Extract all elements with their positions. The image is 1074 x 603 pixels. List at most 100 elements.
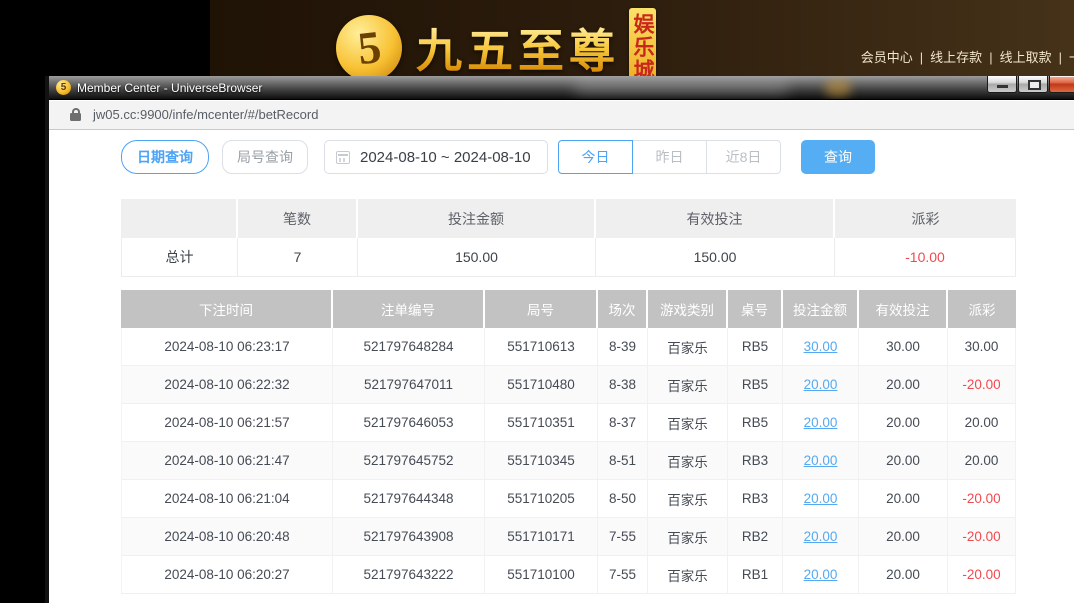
col-header-session: 场次 bbox=[598, 290, 648, 328]
bet-record-row: 2024-08-10 06:23:17521797648284551710613… bbox=[121, 328, 1016, 366]
cell-round_id: 551710613 bbox=[485, 328, 598, 366]
cell-bet_id: 521797643908 bbox=[333, 518, 485, 556]
cell-session: 8-50 bbox=[598, 480, 648, 518]
logo-5-icon: 5 bbox=[336, 15, 402, 81]
minimize-button[interactable] bbox=[987, 76, 1017, 93]
cell-time: 2024-08-10 06:21:04 bbox=[121, 480, 333, 518]
today-button[interactable]: 今日 bbox=[558, 140, 633, 174]
cell-round_id: 551710351 bbox=[485, 404, 598, 442]
cell-game_type: 百家乐 bbox=[648, 404, 728, 442]
bet-record-row: 2024-08-10 06:21:47521797645752551710345… bbox=[121, 442, 1016, 480]
yesterday-button[interactable]: 昨日 bbox=[632, 140, 707, 174]
cell-time: 2024-08-10 06:20:27 bbox=[121, 556, 333, 594]
cell-valid_bet: 20.00 bbox=[859, 366, 948, 404]
cell-payout: -20.00 bbox=[948, 366, 1016, 404]
summary-table: 笔数投注金额有效投注派彩总计7150.00150.00-10.00 bbox=[121, 199, 1016, 277]
last8days-button[interactable]: 近8日 bbox=[706, 140, 781, 174]
cell-session: 7-55 bbox=[598, 556, 648, 594]
cell-payout: -10.00 bbox=[835, 238, 1016, 277]
cell-round_id: 551710171 bbox=[485, 518, 598, 556]
cell-table_no: RB5 bbox=[728, 404, 783, 442]
maximize-button[interactable] bbox=[1018, 76, 1048, 93]
cell-valid_bet: 20.00 bbox=[859, 518, 948, 556]
round-query-button[interactable]: 局号查询 bbox=[222, 140, 308, 174]
aero-glass-blur bbox=[825, 79, 851, 97]
col-header-bet_id: 注单编号 bbox=[333, 290, 485, 328]
cell-bet_amount[interactable]: 20.00 bbox=[783, 442, 859, 480]
date-query-button[interactable]: 日期查询 bbox=[121, 140, 209, 174]
cell-time: 2024-08-10 06:22:32 bbox=[121, 366, 333, 404]
cell-bet_amount[interactable]: 20.00 bbox=[783, 480, 859, 518]
cell-table_no: RB5 bbox=[728, 366, 783, 404]
cell-game_type: 百家乐 bbox=[648, 518, 728, 556]
cell-count: 7 bbox=[238, 238, 358, 277]
cell-valid_bet: 150.00 bbox=[596, 238, 835, 277]
header-row: 笔数投注金额有效投注派彩 bbox=[121, 199, 1016, 238]
col-header-valid_bet: 有效投注 bbox=[859, 290, 948, 328]
window-titlebar[interactable]: 5 Member Center - UniverseBrowser ✕ bbox=[49, 76, 1074, 100]
cell-game_type: 百家乐 bbox=[648, 480, 728, 518]
summary-total-row: 总计7150.00150.00-10.00 bbox=[121, 238, 1016, 277]
browser-window: 5 Member Center - UniverseBrowser ✕ jw05… bbox=[45, 76, 1074, 603]
page-content: 日期查询 局号查询 2024-08-10 ~ 2024-08-10 今日 昨日 … bbox=[49, 130, 1074, 603]
cell-bet_amount[interactable]: 20.00 bbox=[783, 518, 859, 556]
cell-payout: 20.00 bbox=[948, 442, 1016, 480]
nav-link[interactable]: 线上取款 bbox=[1000, 50, 1052, 65]
calendar-icon bbox=[336, 151, 350, 164]
col-header-valid_bet: 有效投注 bbox=[596, 199, 835, 238]
col-header-bet_amount: 投注金额 bbox=[358, 199, 596, 238]
nav-link[interactable]: 会员中心 bbox=[861, 50, 913, 65]
nav-link[interactable]: 线上存款 bbox=[930, 50, 982, 65]
cell-table_no: RB5 bbox=[728, 328, 783, 366]
cell-bet_id: 521797644348 bbox=[333, 480, 485, 518]
col-header-label bbox=[121, 199, 238, 238]
col-header-game_type: 游戏类别 bbox=[648, 290, 728, 328]
close-button[interactable]: ✕ bbox=[1049, 76, 1074, 93]
cell-round_id: 551710480 bbox=[485, 366, 598, 404]
bet-records-table: 下注时间注单编号局号场次游戏类别桌号投注金额有效投注派彩2024-08-10 0… bbox=[121, 290, 1016, 594]
cell-valid_bet: 30.00 bbox=[859, 328, 948, 366]
cell-bet_amount: 150.00 bbox=[358, 238, 596, 277]
nav-link[interactable]: 一 bbox=[1069, 50, 1074, 65]
bet-record-row: 2024-08-10 06:20:48521797643908551710171… bbox=[121, 518, 1016, 556]
cell-time: 2024-08-10 06:23:17 bbox=[121, 328, 333, 366]
cell-time: 2024-08-10 06:20:48 bbox=[121, 518, 333, 556]
cell-bet_id: 521797645752 bbox=[333, 442, 485, 480]
cell-time: 2024-08-10 06:21:57 bbox=[121, 404, 333, 442]
bet-record-row: 2024-08-10 06:22:32521797647011551710480… bbox=[121, 366, 1016, 404]
cell-table_no: RB3 bbox=[728, 480, 783, 518]
logo-number: 5 bbox=[355, 20, 383, 75]
date-range-input[interactable]: 2024-08-10 ~ 2024-08-10 bbox=[324, 140, 548, 174]
cell-bet_amount[interactable]: 20.00 bbox=[783, 366, 859, 404]
lock-icon bbox=[70, 113, 81, 121]
col-header-bet_amount: 投注金额 bbox=[783, 290, 859, 328]
address-bar[interactable]: jw05.cc:9900/infe/mcenter/#/betRecord bbox=[49, 100, 1074, 130]
url-text[interactable]: jw05.cc:9900/infe/mcenter/#/betRecord bbox=[93, 107, 318, 122]
search-button[interactable]: 查询 bbox=[801, 140, 875, 174]
cell-payout: -20.00 bbox=[948, 556, 1016, 594]
cell-valid_bet: 20.00 bbox=[859, 480, 948, 518]
bet-record-row: 2024-08-10 06:21:57521797646053551710351… bbox=[121, 404, 1016, 442]
cell-bet_id: 521797648284 bbox=[333, 328, 485, 366]
cell-valid_bet: 20.00 bbox=[859, 404, 948, 442]
logo-text: 九五至尊 bbox=[416, 15, 620, 81]
bet-record-row: 2024-08-10 06:20:27521797643222551710100… bbox=[121, 556, 1016, 594]
date-range-value: 2024-08-10 ~ 2024-08-10 bbox=[360, 149, 531, 166]
cell-session: 8-39 bbox=[598, 328, 648, 366]
cell-table_no: RB2 bbox=[728, 518, 783, 556]
cell-bet_amount[interactable]: 30.00 bbox=[783, 328, 859, 366]
cell-bet_amount[interactable]: 20.00 bbox=[783, 556, 859, 594]
cell-session: 8-51 bbox=[598, 442, 648, 480]
desktop: 5 九五至尊 娱乐城 会员中心|线上存款|线上取款|一 5 Member Cen… bbox=[0, 0, 1074, 603]
top-nav: 会员中心|线上存款|线上取款|一 bbox=[861, 47, 1074, 66]
cell-round_id: 551710345 bbox=[485, 442, 598, 480]
cell-payout: 20.00 bbox=[948, 404, 1016, 442]
cell-bet_amount[interactable]: 20.00 bbox=[783, 404, 859, 442]
cell-session: 8-38 bbox=[598, 366, 648, 404]
cell-game_type: 百家乐 bbox=[648, 328, 728, 366]
cell-time: 2024-08-10 06:21:47 bbox=[121, 442, 333, 480]
col-header-count: 笔数 bbox=[238, 199, 358, 238]
cell-round_id: 551710205 bbox=[485, 480, 598, 518]
cell-game_type: 百家乐 bbox=[648, 366, 728, 404]
filter-row: 日期查询 局号查询 2024-08-10 ~ 2024-08-10 今日 昨日 … bbox=[121, 140, 1074, 174]
